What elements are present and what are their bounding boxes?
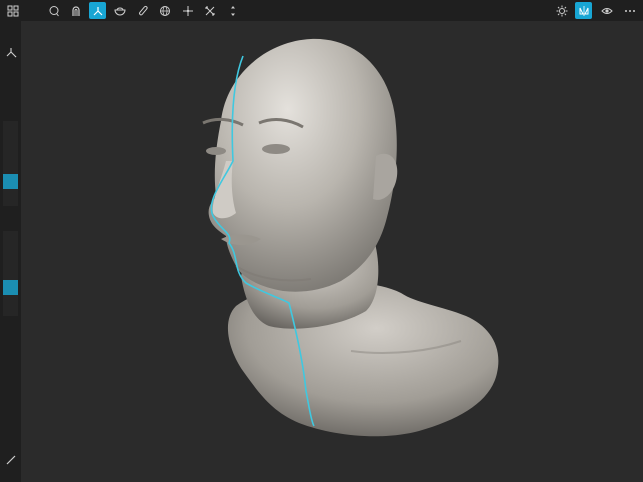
eye-icon[interactable] <box>598 2 615 19</box>
lasso-select-icon[interactable] <box>45 2 62 19</box>
intensity-slider-thumb[interactable] <box>3 280 18 295</box>
pencil-icon[interactable] <box>134 2 151 19</box>
more-dots-icon[interactable] <box>621 2 638 19</box>
transform-cross-icon[interactable] <box>201 2 218 19</box>
top-toolbar <box>0 0 643 21</box>
move-gizmo-icon[interactable] <box>179 2 196 19</box>
grid-menu-icon[interactable] <box>4 2 21 19</box>
symmetry-icon[interactable] <box>575 2 592 19</box>
sculpt-viewport[interactable] <box>21 21 643 482</box>
sculpt-model[interactable] <box>202 38 499 437</box>
move-brush-icon[interactable] <box>2 43 19 60</box>
edit-pencil-icon[interactable] <box>2 451 19 468</box>
move-brush-icon[interactable] <box>89 2 106 19</box>
settings-sun-icon[interactable] <box>553 2 570 19</box>
size-slider-thumb[interactable] <box>3 174 18 189</box>
clay-bowl-icon[interactable] <box>111 2 128 19</box>
sphere-grid-icon[interactable] <box>156 2 173 19</box>
intensity-slider[interactable] <box>3 231 18 316</box>
magnet-icon[interactable] <box>67 2 84 19</box>
size-slider[interactable] <box>3 121 18 206</box>
left-sidebar <box>0 21 21 482</box>
scale-arrows-icon[interactable] <box>224 2 241 19</box>
